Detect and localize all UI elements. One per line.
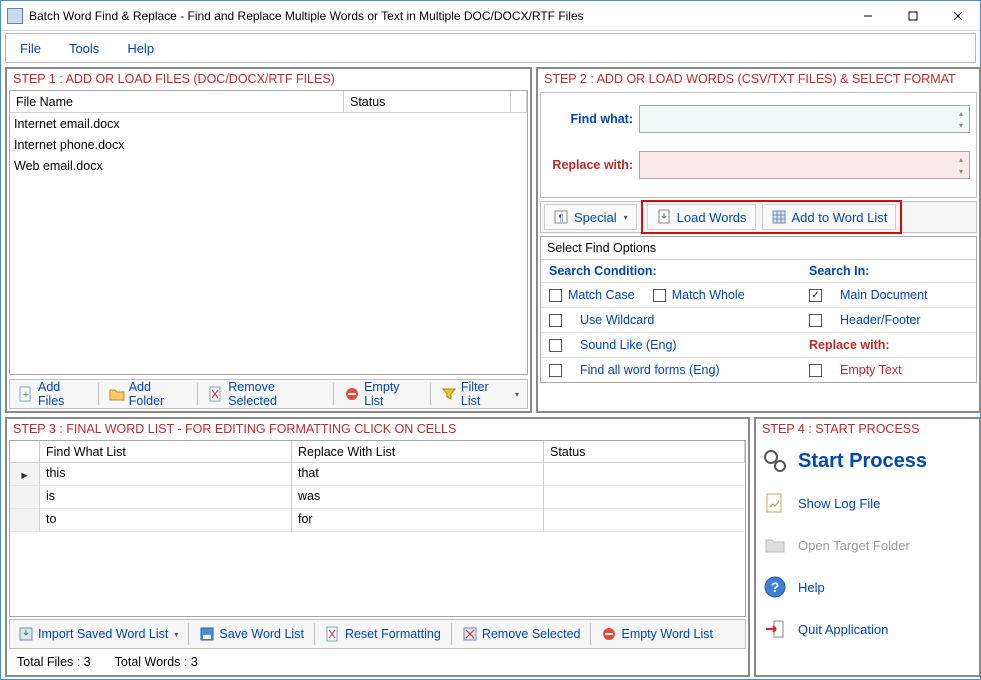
step1-toolbar: + Add Files Add Folder Remove Selected E…: [9, 379, 528, 409]
step4-panel: STEP 4 : START PROCESS Start Process Sho…: [754, 417, 981, 677]
sound-like-checkbox[interactable]: [549, 339, 562, 352]
load-words-button[interactable]: Load Words: [647, 204, 756, 230]
step1-grid[interactable]: File Name Status Internet email.docx Int…: [9, 90, 528, 375]
remove-icon: [208, 386, 224, 402]
add-folder-button[interactable]: Add Folder: [103, 377, 194, 411]
col-replace-with[interactable]: Replace With List: [292, 441, 544, 463]
file-row[interactable]: Web email.docx: [10, 155, 527, 176]
step1-title: STEP 1 : ADD OR LOAD FILES (DOC/DOCX/RTF…: [7, 69, 530, 90]
col-filename[interactable]: File Name: [10, 91, 344, 113]
show-log-file-button[interactable]: Show Log File: [756, 482, 979, 524]
grid-add-icon: [771, 209, 787, 225]
header-footer-checkbox[interactable]: [809, 314, 822, 327]
step2-title: STEP 2 : ADD OR LOAD WORDS (CSV/TXT FILE…: [538, 69, 979, 90]
import-word-list-button[interactable]: Import Saved Word List▾: [12, 623, 184, 645]
svg-text:+: +: [23, 389, 29, 401]
special-button[interactable]: ¶ Special▾: [544, 204, 637, 230]
word-row[interactable]: to for: [10, 509, 745, 532]
find-what-input[interactable]: ▴▾: [639, 105, 970, 133]
open-target-folder-button[interactable]: Open Target Folder: [756, 524, 979, 566]
add-files-button[interactable]: + Add Files: [12, 377, 94, 411]
find-options-panel: Select Find Options Search Condition: Se…: [540, 236, 977, 383]
special-icon: ¶: [553, 209, 569, 225]
start-process-button[interactable]: Start Process: [756, 440, 979, 482]
load-icon: [656, 209, 672, 225]
col-extra: [511, 91, 527, 113]
menu-help[interactable]: Help: [121, 37, 160, 60]
save-icon: [199, 626, 215, 642]
col-find-what[interactable]: Find What List: [40, 441, 292, 463]
empty-icon: [601, 626, 617, 642]
main-document-checkbox[interactable]: ✓: [809, 289, 822, 302]
search-condition-header: Search Condition:: [541, 260, 801, 283]
use-wildcard-checkbox[interactable]: [549, 314, 562, 327]
highlighted-load-add-group: Load Words Add to Word List: [641, 200, 903, 234]
remove-grid-icon: [462, 626, 478, 642]
empty-list-button[interactable]: Empty List: [338, 377, 426, 411]
app-icon: [7, 8, 23, 24]
step2-panel: STEP 2 : ADD OR LOAD WORDS (CSV/TXT FILE…: [536, 67, 981, 413]
match-whole-checkbox[interactable]: [653, 289, 666, 302]
svg-text:¶: ¶: [559, 213, 564, 223]
step3-status: Total Files : 3 Total Words : 3: [7, 651, 748, 673]
step3-title: STEP 3 : FINAL WORD LIST - FOR EDITING F…: [7, 419, 748, 440]
word-row[interactable]: ▸ this that: [10, 463, 745, 486]
svg-text:?: ?: [771, 579, 780, 595]
replace-with-header: Replace with:: [801, 333, 976, 358]
replace-with-label: Replace with:: [547, 158, 633, 172]
empty-text-checkbox[interactable]: [809, 364, 822, 377]
window-title: Batch Word Find & Replace - Find and Rep…: [29, 9, 845, 23]
close-button[interactable]: [935, 1, 980, 30]
menu-file[interactable]: File: [14, 37, 47, 60]
col-status3[interactable]: Status: [544, 441, 745, 463]
word-list-grid[interactable]: Find What List Replace With List Status …: [9, 440, 746, 617]
app-window: Batch Word Find & Replace - Find and Rep…: [0, 0, 981, 680]
folder-icon: [109, 386, 125, 402]
row-indicator-icon: ▸: [10, 463, 40, 486]
step3-toolbar: Import Saved Word List▾ Save Word List R…: [9, 619, 746, 649]
quit-icon: [762, 616, 788, 642]
find-what-label: Find what:: [547, 112, 633, 126]
add-to-word-list-button[interactable]: Add to Word List: [762, 204, 897, 230]
step4-title: STEP 4 : START PROCESS: [756, 419, 979, 440]
step3-panel: STEP 3 : FINAL WORD LIST - FOR EDITING F…: [5, 417, 750, 677]
help-button[interactable]: ? Help: [756, 566, 979, 608]
empty-icon: [344, 386, 360, 402]
log-icon: [762, 490, 788, 516]
file-row[interactable]: Internet email.docx: [10, 113, 527, 134]
col-status[interactable]: Status: [344, 91, 511, 113]
total-files-label: Total Files : 3: [17, 655, 91, 669]
step1-panel: STEP 1 : ADD OR LOAD FILES (DOC/DOCX/RTF…: [5, 67, 532, 413]
help-icon: ?: [762, 574, 788, 600]
search-in-header: Search In:: [801, 260, 976, 283]
empty-word-list-button[interactable]: Empty Word List: [595, 623, 718, 645]
menu-tools[interactable]: Tools: [63, 37, 105, 60]
gears-icon: [762, 448, 788, 474]
all-word-forms-checkbox[interactable]: [549, 364, 562, 377]
reset-icon: [325, 626, 341, 642]
remove-selected-button[interactable]: Remove Selected: [202, 377, 329, 411]
filter-icon: [441, 386, 457, 402]
file-row[interactable]: Internet phone.docx: [10, 134, 527, 155]
titlebar: Batch Word Find & Replace - Find and Rep…: [1, 1, 980, 31]
save-word-list-button[interactable]: Save Word List: [193, 623, 310, 645]
find-options-title: Select Find Options: [541, 237, 976, 260]
match-case-checkbox[interactable]: [549, 289, 562, 302]
dropdown-arrow-icon: ▾: [515, 390, 519, 399]
import-icon: [18, 626, 34, 642]
replace-with-input[interactable]: ▴▾: [639, 151, 970, 179]
minimize-button[interactable]: [845, 1, 890, 30]
folder-open-icon: [762, 532, 788, 558]
total-words-label: Total Words : 3: [115, 655, 198, 669]
word-row[interactable]: is was: [10, 486, 745, 509]
add-file-icon: +: [18, 386, 34, 402]
maximize-button[interactable]: [890, 1, 935, 30]
menubar: File Tools Help: [5, 33, 976, 63]
reset-formatting-button[interactable]: Reset Formatting: [319, 623, 447, 645]
filter-list-button[interactable]: Filter List ▾: [435, 377, 525, 411]
step2-toolbar: ¶ Special▾ Load Words Add to Word List: [540, 201, 977, 233]
quit-application-button[interactable]: Quit Application: [756, 608, 979, 650]
remove-selected-word-button[interactable]: Remove Selected: [456, 623, 587, 645]
